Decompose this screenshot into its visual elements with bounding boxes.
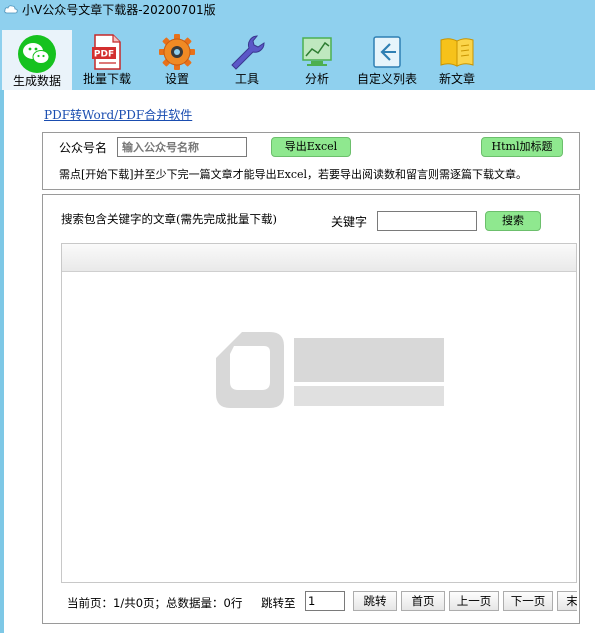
jump-button[interactable]: 跳转 (353, 591, 397, 611)
book-icon (440, 38, 474, 67)
pager-info: 当前页：1/共0页；总数据量：0行 (67, 596, 243, 610)
tool-label: 工具 (234, 72, 259, 86)
title-bar: 小V公众号文章下载器-20200701版 (0, 0, 595, 20)
grid-header (62, 244, 576, 272)
pager: 当前页：1/共0页；总数据量：0行 跳转至 跳转 首页 上一页 下一页 末 (61, 589, 577, 615)
tool-generate-data[interactable]: 生成数据 (2, 30, 72, 90)
custom-list-icon (373, 36, 401, 68)
tool-label: 分析 (304, 72, 329, 86)
tool-label: 设置 (164, 72, 189, 86)
tool-label: 自定义列表 (356, 72, 417, 86)
account-panel: 公众号名 导出Excel Html加标题 需点[开始下载]并至少下完一篇文章才能… (42, 132, 580, 190)
account-name-input[interactable] (117, 137, 247, 157)
page-number-input[interactable] (305, 591, 345, 611)
results-grid[interactable] (61, 243, 577, 583)
prev-page-button[interactable]: 上一页 (449, 591, 499, 611)
pdf-convert-link[interactable]: PDF转Word/PDF合并软件 (44, 106, 192, 123)
account-label: 公众号名 (59, 141, 108, 155)
tool-label: 生成数据 (12, 74, 61, 88)
main-content: PDF转Word/PDF合并软件 公众号名 导出Excel Html加标题 需点… (4, 90, 595, 633)
gear-icon (159, 34, 195, 70)
tool-label: 批量下载 (82, 72, 131, 86)
app-icon (4, 5, 18, 14)
tool-tools[interactable]: 工具 (212, 28, 282, 90)
keyword-input[interactable] (377, 211, 477, 231)
watermark-logo-icon (216, 332, 444, 408)
tool-custom-list[interactable]: 自定义列表 (352, 28, 422, 90)
chart-icon (302, 37, 332, 66)
jump-to-label: 跳转至 (261, 596, 296, 610)
keyword-label: 关键字 (331, 215, 368, 229)
search-title: 搜索包含关键字的文章(需先完成批量下载) (61, 212, 277, 226)
export-notice: 需点[开始下载]并至少下完一篇文章才能导出Excel，若要导出阅读数和留言则需逐… (59, 168, 528, 181)
first-page-button[interactable]: 首页 (401, 591, 445, 611)
tool-settings[interactable]: 设置 (142, 28, 212, 90)
export-excel-button[interactable]: 导出Excel (271, 137, 351, 157)
tool-analysis[interactable]: 分析 (282, 28, 352, 90)
tool-batch-download[interactable]: PDF 批量下载 (72, 28, 142, 90)
search-panel: 搜索包含关键字的文章(需先完成批量下载) 关键字 搜索 当前页：1/共0页；总数… (42, 194, 580, 624)
svg-text:PDF: PDF (94, 50, 114, 60)
wrench-icon (231, 35, 265, 70)
last-page-button[interactable]: 末 (557, 591, 577, 611)
next-page-button[interactable]: 下一页 (503, 591, 553, 611)
search-button[interactable]: 搜索 (485, 211, 541, 231)
wechat-icon (18, 35, 56, 73)
window-title: 小V公众号文章下载器-20200701版 (22, 3, 216, 17)
html-title-button[interactable]: Html加标题 (481, 137, 563, 157)
tool-label: 新文章 (438, 72, 475, 86)
pdf-icon: PDF (92, 34, 121, 70)
tool-new-article[interactable]: 新文章 (422, 28, 492, 90)
toolbar: 生成数据 PDF 批量下载 设置 工具 分析 自定义列表 新文章 (0, 20, 595, 90)
